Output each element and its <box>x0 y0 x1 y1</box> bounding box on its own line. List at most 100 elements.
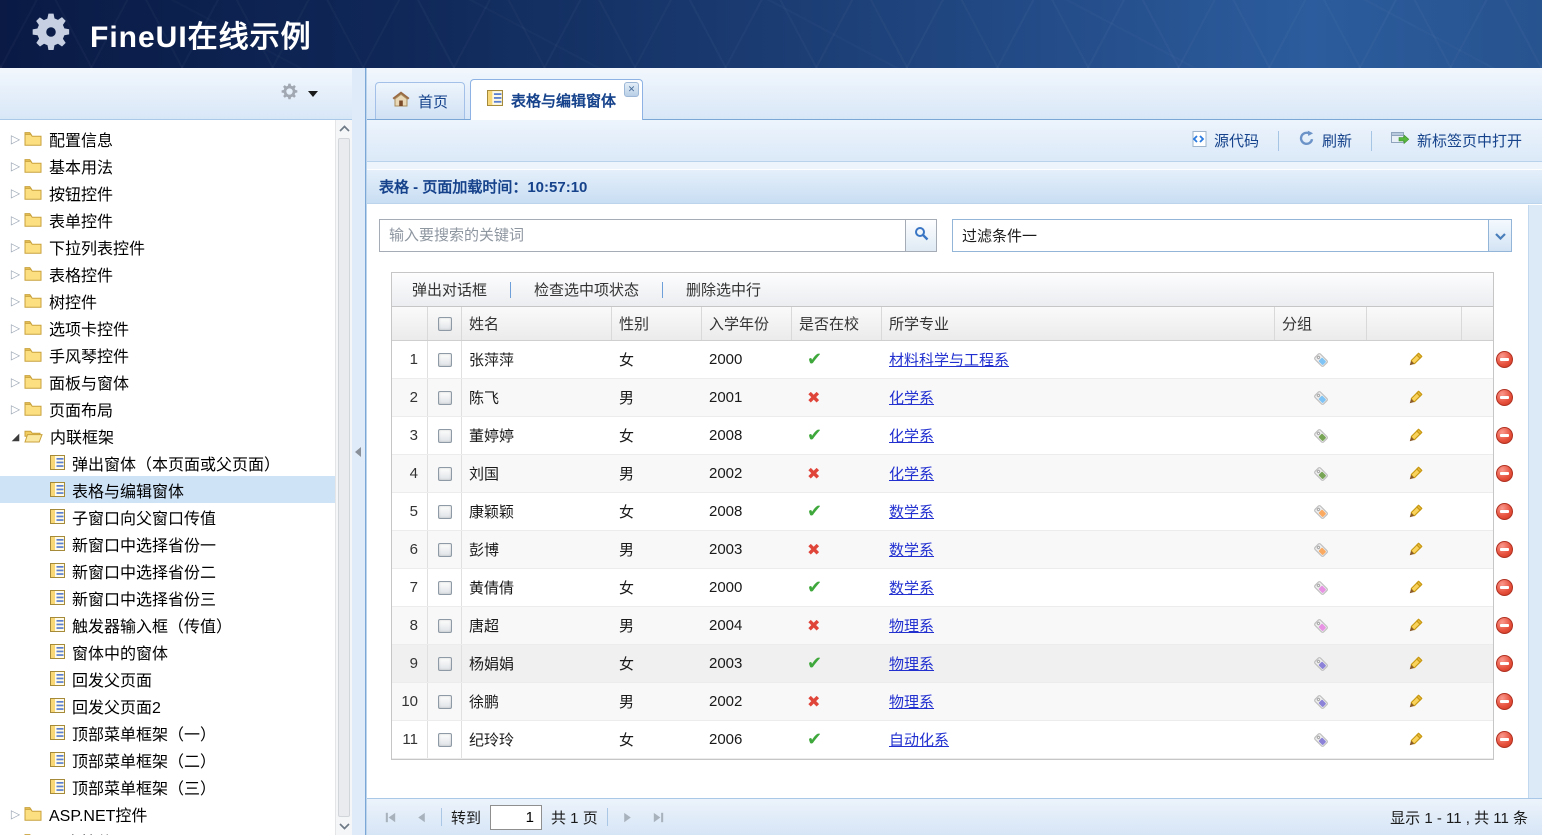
delete-row-icon[interactable] <box>1496 427 1513 444</box>
expand-arrow-icon[interactable] <box>7 294 24 308</box>
tree-item[interactable]: 子窗口向父窗口传值 <box>0 503 335 530</box>
search-input[interactable] <box>380 220 905 251</box>
group-tag-icon[interactable] <box>1312 389 1330 407</box>
panel-splitter[interactable] <box>352 68 366 835</box>
close-tab-icon[interactable] <box>624 82 639 97</box>
next-page-icon[interactable] <box>617 806 639 828</box>
edit-pencil-icon[interactable] <box>1406 427 1424 445</box>
group-tag-icon[interactable] <box>1312 655 1330 673</box>
table-row[interactable]: 4 刘国 男 2002 ✔ ✖ 化学系 <box>392 455 1493 493</box>
table-row[interactable]: 9 杨娟娟 女 2003 ✔ ✖ 物理系 <box>392 645 1493 683</box>
tree-item[interactable]: 回发父页面 <box>0 665 335 692</box>
filter-dropdown[interactable]: 过滤条件一 <box>952 219 1512 252</box>
dropdown-button[interactable] <box>1488 220 1511 251</box>
delete-row-icon[interactable] <box>1496 351 1513 368</box>
settings-dropdown-arrow-icon[interactable] <box>308 91 318 97</box>
tree-item[interactable]: 顶部菜单框架（三） <box>0 773 335 800</box>
delete-row-icon[interactable] <box>1496 579 1513 596</box>
expand-arrow-icon[interactable] <box>7 267 24 281</box>
table-row[interactable]: 11 纪玲玲 女 2006 ✔ ✖ 自动化系 <box>392 721 1493 759</box>
expand-arrow-icon[interactable] <box>7 402 24 416</box>
tree-item[interactable]: 面板与窗体 <box>0 368 335 395</box>
delete-row-icon[interactable] <box>1496 465 1513 482</box>
tree-item[interactable]: 用户控件 <box>0 827 335 835</box>
major-link[interactable]: 数学系 <box>889 501 934 522</box>
major-link[interactable]: 化学系 <box>889 463 934 484</box>
major-link[interactable]: 化学系 <box>889 425 934 446</box>
row-checkbox[interactable] <box>438 619 452 633</box>
tree-item[interactable]: 表格与编辑窗体 <box>0 476 335 503</box>
row-checkbox[interactable] <box>438 695 452 709</box>
edit-pencil-icon[interactable] <box>1406 617 1424 635</box>
group-tag-icon[interactable] <box>1312 503 1330 521</box>
major-link[interactable]: 数学系 <box>889 539 934 560</box>
delete-row-icon[interactable] <box>1496 389 1513 406</box>
expand-arrow-icon[interactable] <box>7 348 24 362</box>
open-new-tab-button[interactable]: 新标签页中打开 <box>1385 126 1528 155</box>
tree-item[interactable]: 按钮控件 <box>0 179 335 206</box>
group-tag-icon[interactable] <box>1312 617 1330 635</box>
collapse-sidebar-icon[interactable] <box>355 447 361 457</box>
group-tag-icon[interactable] <box>1312 693 1330 711</box>
row-checkbox[interactable] <box>438 429 452 443</box>
table-row[interactable]: 7 黄倩倩 女 2000 ✔ ✖ 数学系 <box>392 569 1493 607</box>
delete-row-icon[interactable] <box>1496 617 1513 634</box>
tree-item[interactable]: 表单控件 <box>0 206 335 233</box>
row-checkbox[interactable] <box>438 467 452 481</box>
edit-pencil-icon[interactable] <box>1406 503 1424 521</box>
tree-item[interactable]: 表格控件 <box>0 260 335 287</box>
tree-item[interactable]: 内联框架 <box>0 422 335 449</box>
row-checkbox[interactable] <box>438 353 452 367</box>
delete-row-icon[interactable] <box>1496 693 1513 710</box>
tree-item[interactable]: 新窗口中选择省份一 <box>0 530 335 557</box>
major-link[interactable]: 物理系 <box>889 615 934 636</box>
row-checkbox[interactable] <box>438 391 452 405</box>
tree-item[interactable]: 选项卡控件 <box>0 314 335 341</box>
group-tag-icon[interactable] <box>1312 579 1330 597</box>
group-tag-icon[interactable] <box>1312 351 1330 369</box>
tree-item[interactable]: 页面布局 <box>0 395 335 422</box>
edit-pencil-icon[interactable] <box>1406 465 1424 483</box>
select-all-checkbox[interactable] <box>438 317 452 331</box>
tab-home[interactable]: 首页 <box>375 82 465 119</box>
edit-pencil-icon[interactable] <box>1406 655 1424 673</box>
prev-page-icon[interactable] <box>410 806 432 828</box>
expand-arrow-icon[interactable] <box>7 375 24 389</box>
expand-arrow-icon[interactable] <box>7 321 24 335</box>
scroll-down-icon[interactable] <box>336 818 352 835</box>
row-checkbox[interactable] <box>438 581 452 595</box>
search-button[interactable] <box>905 220 936 251</box>
major-link[interactable]: 物理系 <box>889 691 934 712</box>
tree-item[interactable]: 新窗口中选择省份三 <box>0 584 335 611</box>
tree-item[interactable]: 配置信息 <box>0 125 335 152</box>
major-link[interactable]: 材料科学与工程系 <box>889 349 1009 370</box>
tree-item[interactable]: 触发器输入框（传值） <box>0 611 335 638</box>
edit-pencil-icon[interactable] <box>1406 693 1424 711</box>
scrollbar-thumb[interactable] <box>338 138 350 817</box>
major-link[interactable]: 自动化系 <box>889 729 949 750</box>
delete-selected-button[interactable]: 删除选中行 <box>674 276 773 303</box>
major-link[interactable]: 数学系 <box>889 577 934 598</box>
tree-item[interactable]: 顶部菜单框架（二） <box>0 746 335 773</box>
tree-item[interactable]: 新窗口中选择省份二 <box>0 557 335 584</box>
tree-item[interactable]: 回发父页面2 <box>0 692 335 719</box>
table-row[interactable]: 5 康颖颖 女 2008 ✔ ✖ 数学系 <box>392 493 1493 531</box>
table-row[interactable]: 2 陈飞 男 2001 ✔ ✖ 化学系 <box>392 379 1493 417</box>
edit-pencil-icon[interactable] <box>1406 351 1424 369</box>
row-checkbox[interactable] <box>438 505 452 519</box>
tree-item[interactable]: ASP.NET控件 <box>0 800 335 827</box>
delete-row-icon[interactable] <box>1496 541 1513 558</box>
tree-item[interactable]: 下拉列表控件 <box>0 233 335 260</box>
tree-item[interactable]: 手风琴控件 <box>0 341 335 368</box>
refresh-button[interactable]: 刷新 <box>1292 126 1358 155</box>
last-page-icon[interactable] <box>648 806 670 828</box>
table-row[interactable]: 1 张萍萍 女 2000 ✔ ✖ 材料科学与工程系 <box>392 341 1493 379</box>
tree-item[interactable]: 基本用法 <box>0 152 335 179</box>
tab-table-edit-window[interactable]: 表格与编辑窗体 <box>470 79 643 120</box>
group-tag-icon[interactable] <box>1312 427 1330 445</box>
open-dialog-button[interactable]: 弹出对话框 <box>400 276 499 303</box>
first-page-icon[interactable] <box>379 806 401 828</box>
settings-gear-icon[interactable] <box>280 82 299 105</box>
group-tag-icon[interactable] <box>1312 465 1330 483</box>
table-row[interactable]: 10 徐鹏 男 2002 ✔ ✖ 物理系 <box>392 683 1493 721</box>
